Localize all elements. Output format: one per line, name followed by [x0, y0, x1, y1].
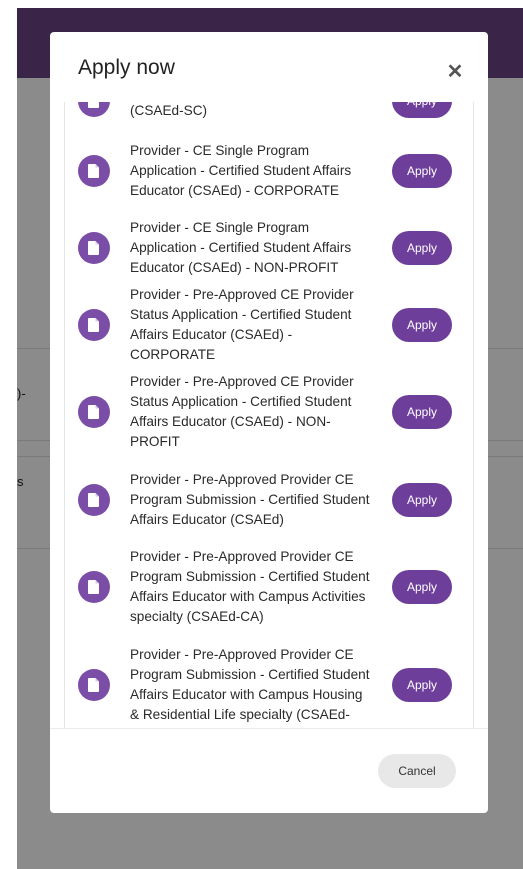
- application-list-item: Conduct Administration specialty(CSAEd-S…: [65, 102, 473, 132]
- application-item-label: Conduct Administration specialty(CSAEd-S…: [130, 102, 378, 121]
- application-list[interactable]: Conduct Administration specialty(CSAEd-S…: [64, 102, 474, 728]
- application-item-label-line: specialty (CSAEd-CA): [130, 609, 264, 624]
- apply-button[interactable]: Apply: [392, 153, 452, 188]
- document-icon: [78, 396, 110, 428]
- application-item-label-line: Program Submission - Certified Student: [130, 569, 370, 584]
- application-item-label: Provider - CE Single Program Application …: [130, 141, 378, 201]
- application-item-label-line: Educator (CSAEd) - NON-PROFIT: [130, 259, 339, 275]
- application-item-label-line: & Residential Life specialty (CSAEd-: [130, 707, 350, 722]
- application-item-label-line: Educator (CSAEd) - CORPORATE: [130, 182, 339, 198]
- document-icon: [78, 669, 110, 701]
- apply-button[interactable]: Apply: [392, 307, 452, 342]
- application-item-label-line: Program Submission - Certified Student: [130, 667, 370, 682]
- application-item-label: Provider - Pre-Approved CE Provider Statu…: [130, 372, 378, 452]
- application-item-label-line: Provider - Pre-Approved Provider CE: [130, 549, 354, 564]
- document-icon: [78, 308, 110, 341]
- application-list-item: Provider - Pre-Approved Provider CE Progr…: [65, 538, 473, 636]
- application-item-label-line: Provider - Pre-Approved Provider CE: [130, 647, 354, 662]
- apply-button[interactable]: Apply: [392, 230, 452, 265]
- application-item-label-line: Affairs Educator with Campus Housing: [130, 687, 363, 702]
- cancel-button[interactable]: Cancel: [378, 754, 456, 788]
- application-item-label: Provider - Pre-Approved Provider CE Progr…: [130, 470, 378, 530]
- application-list-content: Conduct Administration specialty(CSAEd-S…: [65, 102, 473, 728]
- apply-button[interactable]: Apply: [392, 668, 452, 702]
- modal-title: Apply now: [78, 56, 175, 79]
- application-item-label: Provider - CE Single Program Application …: [130, 218, 378, 278]
- application-item-label-line: Provider - CE Single Program: [130, 219, 310, 235]
- apply-button[interactable]: Apply: [392, 570, 452, 604]
- background-page: )- s Apply now ✕ Conduct Administration …: [17, 8, 523, 869]
- application-item-label-line: Affairs Educator (CSAEd): [130, 511, 284, 527]
- background-text-fragment: )-: [17, 386, 26, 401]
- document-icon: [78, 571, 110, 603]
- application-item-label-line: Affairs Educator (CSAEd) - NON-: [130, 414, 331, 429]
- application-item-label-line: Program Submission - Certified Student: [130, 491, 370, 507]
- application-list-item: Provider - Pre-Approved Provider CE Progr…: [65, 636, 473, 728]
- close-icon[interactable]: ✕: [444, 60, 466, 83]
- application-list-item: Provider - CE Single Program Application …: [65, 132, 473, 209]
- application-item-label-line: Provider - Pre-Approved Provider CE: [130, 471, 354, 487]
- background-text-fragment: s: [17, 474, 24, 489]
- application-item-label-line: Provider - Pre-Approved CE Provider: [130, 374, 354, 389]
- application-item-label-line: Application - Certified Student Affairs: [130, 239, 352, 255]
- application-item-label-line: Affairs Educator with Campus Activities: [130, 589, 366, 604]
- application-item-label: Provider - Pre-Approved CE Provider Statu…: [130, 285, 378, 365]
- application-list-item: Provider - CE Single Program Application …: [65, 209, 473, 286]
- application-list-item: Provider - Pre-Approved Provider CE Progr…: [65, 461, 473, 538]
- application-item-label-line: PROFIT: [130, 434, 180, 449]
- document-icon: [78, 154, 110, 187]
- application-list-item: Provider - Pre-Approved CE Provider Statu…: [65, 363, 473, 461]
- application-item-label-line: Status Application - Certified Student: [130, 306, 352, 322]
- modal-footer-divider: [50, 728, 488, 729]
- document-icon: [78, 231, 110, 264]
- apply-now-modal: Apply now ✕ Conduct Administration speci…: [50, 32, 488, 813]
- application-item-label-line: (CSAEd-SC): [130, 103, 208, 118]
- application-item-label-line: Affairs Educator (CSAEd) - CORPORATE: [130, 326, 293, 362]
- application-item-label-line: Application - Certified Student Affairs: [130, 162, 352, 178]
- apply-button[interactable]: Apply: [392, 395, 452, 429]
- application-item-label: Provider - Pre-Approved Provider CE Progr…: [130, 547, 378, 627]
- document-icon: [78, 483, 110, 516]
- application-item-label: Provider - Pre-Approved Provider CE Progr…: [130, 645, 378, 725]
- application-item-label-line: Provider - CE Single Program: [130, 142, 310, 158]
- apply-button[interactable]: Apply: [392, 102, 452, 118]
- application-item-label-line: Status Application - Certified Student: [130, 394, 352, 409]
- application-list-item: Provider - Pre-Approved CE Provider Statu…: [65, 286, 473, 363]
- apply-button[interactable]: Apply: [392, 482, 452, 517]
- application-item-label-line: Provider - Pre-Approved CE Provider: [130, 286, 354, 302]
- document-icon: [78, 102, 110, 117]
